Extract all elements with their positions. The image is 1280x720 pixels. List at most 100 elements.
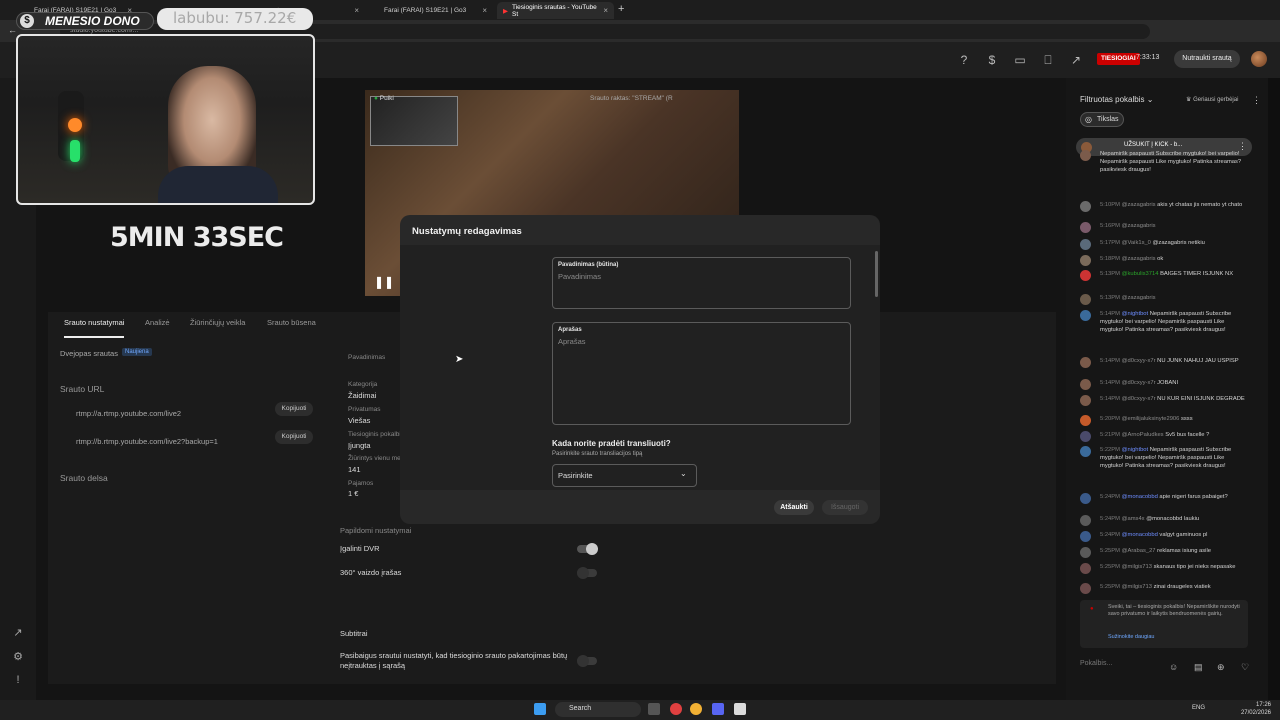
chat-input[interactable]: Pokalbis... [1080,660,1160,667]
chat-message[interactable]: 5:14PM @d0cxyy-x7r JOBANI [1080,379,1248,390]
heart-icon[interactable]: ♡ [1241,662,1249,673]
app-icon[interactable] [670,703,682,715]
chat-message[interactable]: 5:10PM @zazagabris akis yt chatas jis ne… [1080,201,1248,212]
chat-message[interactable]: 5:22PM @nightbot Nepamiršk paspausti Sub… [1080,446,1248,470]
browser-tab[interactable]: Farai (FARAI) S19E21 | Go3 × [378,2,493,19]
message-author[interactable]: @d0cxyy-x7r [1122,396,1156,402]
chat-message[interactable]: 5:16PM @zazagabris [1080,222,1248,233]
message-author[interactable]: @zazagabris [1122,295,1156,301]
desc-field-label: Aprašas [558,327,582,333]
message-author[interactable]: @ams4x [1122,516,1145,522]
message-author[interactable]: @Vaik1s_0 [1122,240,1151,246]
chat-message[interactable]: 5:25PM @milgis713 skanaus tipo jei nieks… [1080,563,1248,574]
message-author[interactable]: @monacobbd [1122,494,1158,500]
emoji-icon[interactable]: ☺ [1169,662,1178,672]
app-icon[interactable] [734,703,746,715]
message-time: 5:14PM [1100,396,1120,402]
money-icon[interactable]: $ [984,52,1000,68]
external-link-icon[interactable]: ↗ [11,626,25,640]
avatar[interactable] [1251,51,1267,67]
discord-icon[interactable] [712,703,724,715]
back-icon[interactable]: ← [8,25,17,35]
help-icon[interactable]: ? [956,52,972,68]
more-icon[interactable]: ⋮ [1252,95,1261,106]
chat-message[interactable]: 5:14PM @d0cxyy-x7r NU JUNK NAHUJ JAU USP… [1080,357,1248,368]
pause-icon[interactable]: ❚❚ [374,275,394,289]
chat-message[interactable]: Nepamiršk paspausti Subscribe mygtuko! b… [1080,150,1248,174]
screen-icon[interactable]: ▭ [1012,52,1028,68]
windows-icon[interactable] [534,703,546,715]
info-label: Žiūrintys vienu metu [348,455,407,462]
chat-message[interactable]: 5:20PM @emilijaluksinyte2906 ssss [1080,415,1248,426]
gear-icon[interactable]: ⚙ [11,650,25,664]
chat-filter-dropdown[interactable]: Filtruotas pokalbis ⌄ [1080,95,1153,104]
close-icon[interactable]: × [354,6,359,15]
title-input[interactable]: Pavadinimas (būtina) Pavadinimas [552,257,851,309]
chat-message[interactable]: 5:14PM @d0cxyy-x7r NU KUR EINI ISJUNK DE… [1080,395,1248,406]
message-time: 5:18PM [1100,256,1120,262]
extra-settings-heading: Papildomi nustatymai [340,526,412,535]
chat-message[interactable]: 5:17PM @Vaik1s_0 @zazagabris netikiu [1080,239,1248,250]
description-input[interactable]: Aprašas Aprašas [552,322,851,425]
message-author[interactable]: @nightbot [1122,311,1149,317]
message-author[interactable]: @zazagabris [1122,256,1156,262]
chat-message[interactable]: 5:21PM @ArnoPaludkes Sv5 bus facelle ? [1080,431,1248,442]
chat-message[interactable]: 5:14PM @nightbot Nepamiršk paspausti Sub… [1080,310,1248,334]
copy-button[interactable]: Kopijuoti [275,402,313,416]
top-fans-button[interactable]: ♛ Geriausi gerbėjai [1186,96,1238,103]
chat-message[interactable]: 5:25PM @milgis713 zinai draugeles viatie… [1080,583,1248,594]
save-button[interactable]: Išsaugoti [822,500,868,515]
message-author[interactable]: @Arabas_27 [1122,548,1156,554]
dvr-toggle[interactable] [577,543,598,555]
message-author[interactable]: @milgis713 [1122,564,1152,570]
message-author[interactable]: @milgis713 [1122,584,1152,590]
learn-more-link[interactable]: Sužinokite daugiau [1108,634,1154,640]
modal-scrollbar[interactable] [875,251,878,297]
chat-message[interactable]: 5:13PM @zazagabris [1080,294,1248,305]
vr-toggle[interactable] [577,567,597,579]
tab-viewer-activity[interactable]: Žiūrinčiųjų veikla [190,318,245,327]
message-text: apie nigeri farus pabaiget? [1159,494,1228,500]
close-icon[interactable]: × [482,6,487,15]
avatar [1080,150,1091,161]
chat-message[interactable]: 5:24PM @ams4x @monacobbd laukiu [1080,515,1248,526]
tab-stream-health[interactable]: Srauto būsena [267,318,316,327]
app-icon[interactable] [648,703,660,715]
tab-stream-settings[interactable]: Srauto nustatymai [64,318,124,327]
message-author[interactable]: @kubulis3714 [1122,271,1159,277]
feedback-icon[interactable]: ! [11,674,25,688]
bookmark-icon[interactable]: ⎕ [1040,52,1056,68]
chrome-icon[interactable] [690,703,702,715]
close-icon[interactable]: × [603,6,608,15]
cancel-button[interactable]: Atšaukti [774,500,814,515]
message-author[interactable]: @zazagabris [1122,202,1156,208]
message-author[interactable]: @zazagabris [1122,223,1156,229]
clock[interactable]: 17:26 27/02/2026 [1235,701,1271,717]
avatar [1080,294,1091,305]
replay-toggle[interactable] [577,655,597,667]
pinned-text: UŽSUKIT Į KICK - b... [1124,142,1183,148]
chat-message[interactable]: 5:25PM @Arabas_27 reklamas isiung asile [1080,547,1248,558]
copy-button[interactable]: Kopijuoti [275,430,313,444]
message-author[interactable]: @nightbot [1122,447,1149,453]
chat-message[interactable]: 5:13PM @kubulis3714 BAIGES TIMER ISJUNK … [1080,270,1248,281]
money-icon[interactable]: ▤ [1194,662,1203,673]
chat-message[interactable]: 5:18PM @zazagabris ok [1080,255,1248,266]
viewers-value: 141 [348,465,361,474]
message-author[interactable]: @emilijaluksinyte2906 [1122,416,1180,422]
tab-analytics[interactable]: Analizė [145,318,170,327]
chat-message[interactable]: 5:24PM @monacobbd valgyt gaminuos pl [1080,531,1248,542]
message-author[interactable]: @monacobbd [1122,532,1158,538]
message-author[interactable]: @d0cxyy-x7r [1122,358,1156,364]
message-author[interactable]: @d0cxyy-x7r [1122,380,1156,386]
sticker-icon[interactable]: ⊕ [1217,662,1225,673]
chat-message[interactable]: 5:24PM @monacobbd apie nigeri farus paba… [1080,493,1248,504]
new-tab-icon[interactable]: + [618,3,624,15]
taskbar-search[interactable]: Search [555,702,641,717]
browser-tab-active[interactable]: ▶ Tiesioginis srautas - YouTube St × [497,2,614,19]
message-author[interactable]: @ArnoPaludkes [1122,432,1164,438]
stream-key-label: Srauto raktas: "STREAM" (R [590,95,673,102]
end-stream-button[interactable]: Nutraukti srautą [1174,50,1240,68]
share-icon[interactable]: ↗ [1068,52,1084,68]
language-indicator[interactable]: ENG [1192,705,1205,711]
